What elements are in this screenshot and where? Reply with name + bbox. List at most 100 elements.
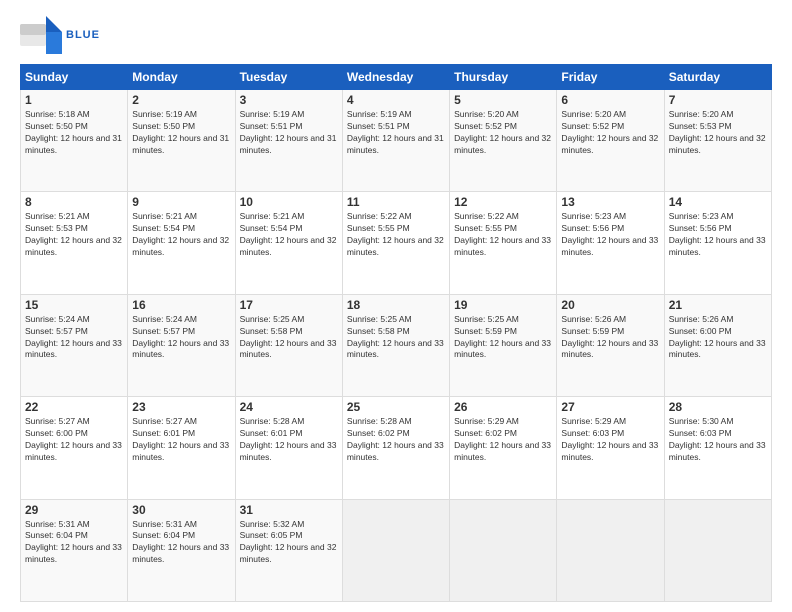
day-number: 17 xyxy=(240,298,338,312)
day-number: 29 xyxy=(25,503,123,517)
day-info: Sunrise: 5:31 AMSunset: 6:04 PMDaylight:… xyxy=(132,519,230,567)
calendar: SundayMondayTuesdayWednesdayThursdayFrid… xyxy=(20,64,772,602)
day-number: 19 xyxy=(454,298,552,312)
day-info: Sunrise: 5:30 AMSunset: 6:03 PMDaylight:… xyxy=(669,416,767,464)
calendar-cell: 10Sunrise: 5:21 AMSunset: 5:54 PMDayligh… xyxy=(235,192,342,294)
calendar-cell: 20 Sunrise: 5:26 AMSunset: 5:59 PMDayligh… xyxy=(557,294,664,396)
day-info: Sunrise: 5:28 AMSunset: 6:01 PMDaylight:… xyxy=(240,416,338,464)
day-info: Sunrise: 5:20 AMSunset: 5:53 PMDaylight:… xyxy=(669,109,767,157)
day-info: Sunrise: 5:24 AMSunset: 5:57 PMDaylight:… xyxy=(25,314,123,362)
day-info: Sunrise: 5:24 AMSunset: 5:57 PMDaylight:… xyxy=(132,314,230,362)
day-info: Sunrise: 5:32 AMSunset: 6:05 PMDaylight:… xyxy=(240,519,338,567)
logo: BLUE xyxy=(20,16,100,54)
day-info: Sunrise: 5:31 AMSunset: 6:04 PMDaylight:… xyxy=(25,519,123,567)
col-header-monday: Monday xyxy=(128,65,235,90)
calendar-week-3: 15 Sunrise: 5:24 AMSunset: 5:57 PMDayligh… xyxy=(21,294,772,396)
calendar-cell: 8 Sunrise: 5:21 AMSunset: 5:53 PMDaylight… xyxy=(21,192,128,294)
day-info: Sunrise: 5:27 AMSunset: 6:01 PMDaylight:… xyxy=(132,416,230,464)
day-info: Sunrise: 5:22 AMSunset: 5:55 PMDaylight:… xyxy=(347,211,445,259)
calendar-cell: 30 Sunrise: 5:31 AMSunset: 6:04 PMDayligh… xyxy=(128,499,235,601)
day-number: 20 xyxy=(561,298,659,312)
col-header-saturday: Saturday xyxy=(664,65,771,90)
day-info: Sunrise: 5:19 AMSunset: 5:51 PMDaylight:… xyxy=(240,109,338,157)
page: BLUE SundayMondayTuesdayWednesdayThursda… xyxy=(0,0,792,612)
day-info: Sunrise: 5:25 AMSunset: 5:58 PMDaylight:… xyxy=(240,314,338,362)
day-info: Sunrise: 5:25 AMSunset: 5:58 PMDaylight:… xyxy=(347,314,445,362)
day-number: 1 xyxy=(25,93,123,107)
day-number: 8 xyxy=(25,195,123,209)
calendar-cell: 11 Sunrise: 5:22 AMSunset: 5:55 PMDayligh… xyxy=(342,192,449,294)
day-info: Sunrise: 5:26 AMSunset: 5:59 PMDaylight:… xyxy=(561,314,659,362)
calendar-cell: 6Sunrise: 5:20 AMSunset: 5:52 PMDaylight… xyxy=(557,90,664,192)
calendar-header-row: SundayMondayTuesdayWednesdayThursdayFrid… xyxy=(21,65,772,90)
day-number: 27 xyxy=(561,400,659,414)
calendar-cell xyxy=(450,499,557,601)
calendar-cell: 25Sunrise: 5:28 AMSunset: 6:02 PMDayligh… xyxy=(342,397,449,499)
calendar-cell: 16Sunrise: 5:24 AMSunset: 5:57 PMDayligh… xyxy=(128,294,235,396)
calendar-cell: 22 Sunrise: 5:27 AMSunset: 6:00 PMDayligh… xyxy=(21,397,128,499)
day-number: 31 xyxy=(240,503,338,517)
calendar-cell: 1 Sunrise: 5:18 AMSunset: 5:50 PMDaylight… xyxy=(21,90,128,192)
day-number: 3 xyxy=(240,93,338,107)
day-number: 10 xyxy=(240,195,338,209)
day-number: 13 xyxy=(561,195,659,209)
calendar-cell: 18 Sunrise: 5:25 AMSunset: 5:58 PMDayligh… xyxy=(342,294,449,396)
day-number: 14 xyxy=(669,195,767,209)
calendar-cell: 24 Sunrise: 5:28 AMSunset: 6:01 PMDayligh… xyxy=(235,397,342,499)
day-number: 22 xyxy=(25,400,123,414)
day-number: 18 xyxy=(347,298,445,312)
day-info: Sunrise: 5:19 AMSunset: 5:50 PMDaylight:… xyxy=(132,109,230,157)
col-header-tuesday: Tuesday xyxy=(235,65,342,90)
day-number: 24 xyxy=(240,400,338,414)
col-header-sunday: Sunday xyxy=(21,65,128,90)
calendar-week-1: 1 Sunrise: 5:18 AMSunset: 5:50 PMDaylight… xyxy=(21,90,772,192)
col-header-thursday: Thursday xyxy=(450,65,557,90)
calendar-cell: 27 Sunrise: 5:29 AMSunset: 6:03 PMDayligh… xyxy=(557,397,664,499)
day-number: 26 xyxy=(454,400,552,414)
calendar-week-5: 29 Sunrise: 5:31 AMSunset: 6:04 PMDayligh… xyxy=(21,499,772,601)
calendar-cell: 2 Sunrise: 5:19 AMSunset: 5:50 PMDaylight… xyxy=(128,90,235,192)
day-number: 21 xyxy=(669,298,767,312)
day-number: 7 xyxy=(669,93,767,107)
calendar-cell xyxy=(664,499,771,601)
calendar-cell xyxy=(557,499,664,601)
day-info: Sunrise: 5:20 AMSunset: 5:52 PMDaylight:… xyxy=(454,109,552,157)
day-info: Sunrise: 5:29 AMSunset: 6:03 PMDaylight:… xyxy=(561,416,659,464)
day-number: 2 xyxy=(132,93,230,107)
col-header-wednesday: Wednesday xyxy=(342,65,449,90)
day-number: 15 xyxy=(25,298,123,312)
calendar-cell: 12 Sunrise: 5:22 AMSunset: 5:55 PMDayligh… xyxy=(450,192,557,294)
day-number: 30 xyxy=(132,503,230,517)
calendar-cell: 26 Sunrise: 5:29 AMSunset: 6:02 PMDayligh… xyxy=(450,397,557,499)
calendar-cell: 14 Sunrise: 5:23 AMSunset: 5:56 PMDayligh… xyxy=(664,192,771,294)
calendar-table: SundayMondayTuesdayWednesdayThursdayFrid… xyxy=(20,64,772,602)
day-info: Sunrise: 5:27 AMSunset: 6:00 PMDaylight:… xyxy=(25,416,123,464)
day-number: 4 xyxy=(347,93,445,107)
col-header-friday: Friday xyxy=(557,65,664,90)
calendar-cell: 15 Sunrise: 5:24 AMSunset: 5:57 PMDayligh… xyxy=(21,294,128,396)
calendar-cell: 28 Sunrise: 5:30 AMSunset: 6:03 PMDayligh… xyxy=(664,397,771,499)
calendar-cell: 23 Sunrise: 5:27 AMSunset: 6:01 PMDayligh… xyxy=(128,397,235,499)
day-number: 9 xyxy=(132,195,230,209)
calendar-cell: 21Sunrise: 5:26 AMSunset: 6:00 PMDayligh… xyxy=(664,294,771,396)
day-info: Sunrise: 5:21 AMSunset: 5:54 PMDaylight:… xyxy=(132,211,230,259)
header: BLUE xyxy=(20,16,772,54)
day-info: Sunrise: 5:18 AMSunset: 5:50 PMDaylight:… xyxy=(25,109,123,157)
day-number: 12 xyxy=(454,195,552,209)
day-info: Sunrise: 5:19 AMSunset: 5:51 PMDaylight:… xyxy=(347,109,445,157)
calendar-cell: 13 Sunrise: 5:23 AMSunset: 5:56 PMDayligh… xyxy=(557,192,664,294)
day-info: Sunrise: 5:23 AMSunset: 5:56 PMDaylight:… xyxy=(669,211,767,259)
calendar-week-2: 8 Sunrise: 5:21 AMSunset: 5:53 PMDaylight… xyxy=(21,192,772,294)
calendar-cell: 29 Sunrise: 5:31 AMSunset: 6:04 PMDayligh… xyxy=(21,499,128,601)
calendar-cell: 17 Sunrise: 5:25 AMSunset: 5:58 PMDayligh… xyxy=(235,294,342,396)
day-info: Sunrise: 5:22 AMSunset: 5:55 PMDaylight:… xyxy=(454,211,552,259)
day-number: 23 xyxy=(132,400,230,414)
day-number: 11 xyxy=(347,195,445,209)
day-info: Sunrise: 5:29 AMSunset: 6:02 PMDaylight:… xyxy=(454,416,552,464)
day-number: 28 xyxy=(669,400,767,414)
calendar-cell: 31 Sunrise: 5:32 AMSunset: 6:05 PMDayligh… xyxy=(235,499,342,601)
day-info: Sunrise: 5:21 AMSunset: 5:53 PMDaylight:… xyxy=(25,211,123,259)
day-info: Sunrise: 5:23 AMSunset: 5:56 PMDaylight:… xyxy=(561,211,659,259)
calendar-cell: 4 Sunrise: 5:19 AMSunset: 5:51 PMDaylight… xyxy=(342,90,449,192)
day-number: 6 xyxy=(561,93,659,107)
